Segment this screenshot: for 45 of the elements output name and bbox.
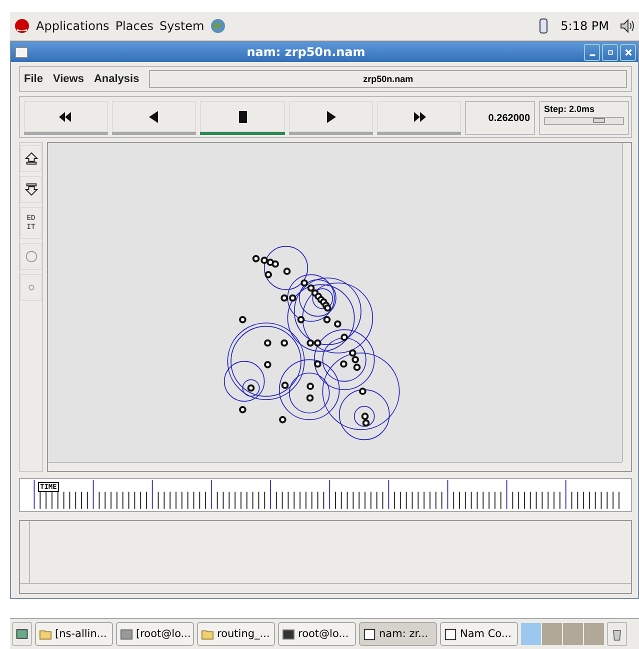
taskbar-item[interactable]: [root@lo... bbox=[116, 622, 194, 646]
taskbar-item[interactable]: nam: zr... bbox=[359, 622, 437, 646]
circle-icon bbox=[24, 249, 38, 264]
terminal-icon bbox=[120, 628, 133, 640]
taskbar-item[interactable]: root@lo... bbox=[278, 622, 356, 646]
show-desktop-icon[interactable] bbox=[12, 622, 32, 646]
panel-menu[interactable]: System bbox=[159, 19, 204, 33]
folder-icon bbox=[201, 628, 214, 640]
taskbar-item[interactable]: [ns-allin... bbox=[35, 622, 113, 646]
text-area[interactable] bbox=[19, 520, 632, 594]
window-icon bbox=[363, 628, 376, 640]
trash-icon[interactable] bbox=[607, 622, 627, 646]
step-slider[interactable] bbox=[544, 117, 624, 125]
menu-item[interactable]: Views bbox=[52, 73, 84, 85]
menu-item[interactable]: Analysis bbox=[94, 73, 140, 85]
window-icon bbox=[444, 628, 457, 640]
globe-icon[interactable] bbox=[210, 18, 226, 34]
dot-tool-button[interactable] bbox=[20, 274, 42, 301]
forward-button[interactable] bbox=[376, 101, 462, 135]
circle-tool-button[interactable] bbox=[20, 243, 42, 270]
zoom-in-tool-button[interactable] bbox=[20, 145, 42, 172]
time-display: 0.262000 bbox=[465, 101, 536, 135]
stop-button[interactable] bbox=[200, 101, 285, 135]
up-arrow-icon bbox=[24, 151, 38, 166]
speaker-icon[interactable] bbox=[619, 18, 635, 34]
zoom-out-tool-button[interactable] bbox=[20, 176, 42, 203]
folder-icon bbox=[39, 628, 52, 640]
taskbar-item[interactable]: Nam Co... bbox=[440, 622, 518, 646]
panel-menu[interactable]: Places bbox=[115, 19, 154, 33]
clock[interactable]: 5:18 PM bbox=[560, 19, 609, 33]
minimize-icon[interactable] bbox=[584, 44, 600, 60]
slider-thumb[interactable] bbox=[593, 118, 606, 123]
window-menu-icon[interactable] bbox=[15, 46, 28, 58]
close-icon[interactable] bbox=[620, 44, 636, 60]
maximize-icon[interactable] bbox=[602, 44, 618, 60]
down-arrow-icon bbox=[24, 182, 38, 197]
window-title: nam: zrp50n.nam bbox=[246, 45, 366, 59]
taskbar-item[interactable]: routing_... bbox=[197, 622, 275, 646]
rewind-button[interactable] bbox=[24, 101, 108, 135]
panel-menu[interactable]: Applications bbox=[36, 19, 110, 33]
step-label: Step: 2.0ms bbox=[544, 104, 596, 114]
terminal-icon bbox=[282, 628, 295, 640]
menu-item[interactable]: File bbox=[24, 73, 43, 85]
file-name-field: zrp50n.nam bbox=[149, 70, 627, 88]
hat-icon[interactable] bbox=[14, 18, 30, 34]
